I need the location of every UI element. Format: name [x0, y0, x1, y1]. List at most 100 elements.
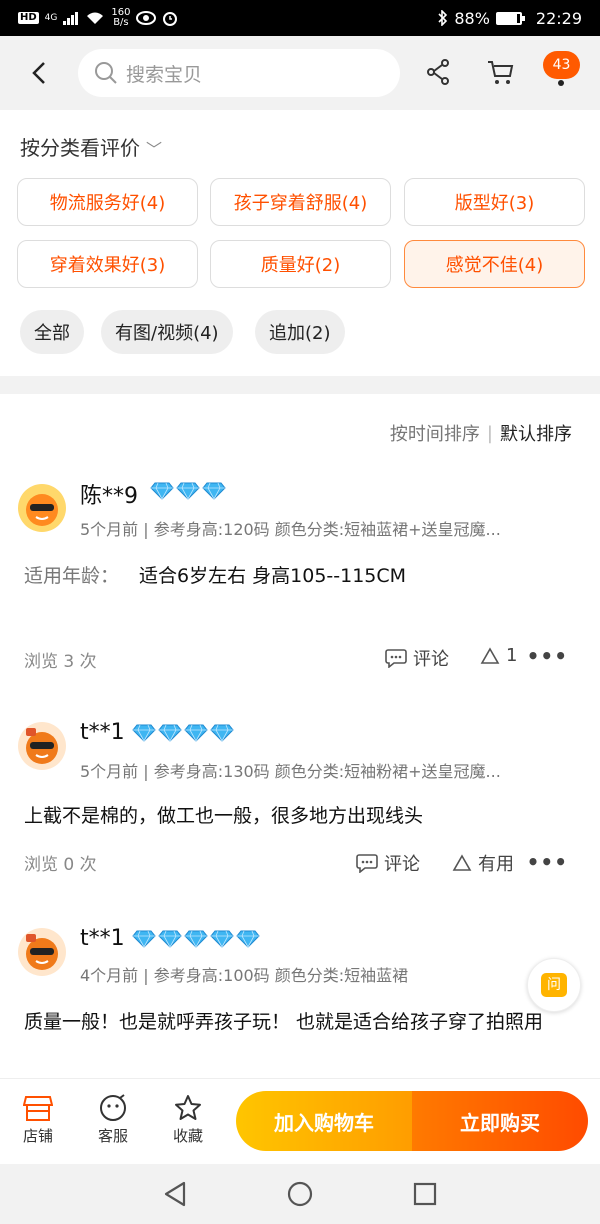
- tag-comfortable[interactable]: 孩子穿着舒服(4): [210, 178, 391, 226]
- category-header[interactable]: 按分类看评价 ﹀: [20, 132, 162, 161]
- like-button[interactable]: 1: [480, 645, 517, 666]
- section-divider: [0, 376, 600, 394]
- review-categories: 按分类看评价 ﹀ 物流服务好(4) 孩子穿着舒服(4) 版型好(3) 穿着效果好(…: [0, 110, 600, 376]
- top-header: 搜索宝贝: [0, 36, 600, 110]
- review-fit: 适用年龄： 适合6岁左右 身高105--115CM: [24, 556, 580, 596]
- comment-icon: [385, 649, 407, 668]
- comment-icon: [356, 854, 378, 873]
- thumb-up-icon: [452, 854, 472, 871]
- filter-with-media[interactable]: 有图/视频(4): [101, 310, 233, 354]
- search-icon: [95, 62, 117, 84]
- signal-icon: [63, 12, 79, 25]
- filter-followup[interactable]: 追加(2): [255, 310, 345, 354]
- star-icon: [175, 1095, 201, 1120]
- sort-options: 按时间排序 | 默认排序: [390, 420, 572, 446]
- hd-indicator: HD: [18, 12, 39, 24]
- diamond-icon: [158, 930, 182, 948]
- favorite-label: 收藏: [172, 1127, 203, 1145]
- favorite-button[interactable]: 收藏: [158, 1091, 218, 1146]
- search-placeholder: 搜索宝贝: [126, 63, 203, 86]
- cart-icon[interactable]: [486, 58, 514, 86]
- diamond-icon: [150, 482, 174, 500]
- comment-button[interactable]: 评论: [356, 850, 420, 876]
- battery-percent: 88%: [454, 8, 490, 28]
- bottom-action-bar: 店铺 客服 收藏 加入购物车 立即购买: [0, 1078, 600, 1164]
- review-text: 质量一般！也是就呼弄孩子玩！ 也就是适合给孩子穿了拍照用: [24, 1011, 544, 1033]
- shop-icon: [23, 1096, 53, 1121]
- avatar[interactable]: [18, 722, 66, 770]
- network-speed: 160 B/s: [111, 7, 131, 28]
- tag-wear-effect[interactable]: 穿着效果好(3): [17, 240, 198, 288]
- fit-value: 适合6岁左右 身高105--115CM: [139, 565, 407, 587]
- clock: 22:29: [535, 8, 582, 28]
- network-type: 4G: [44, 13, 58, 23]
- nav-recents-icon[interactable]: [412, 1180, 438, 1208]
- tag-quality[interactable]: 质量好(2): [210, 240, 391, 288]
- share-icon[interactable]: [426, 58, 450, 86]
- customer-service-icon: [100, 1094, 126, 1121]
- review-item: 陈**9 5个月前 | 参考身高:120码 颜色分类:短袖蓝裙+送皇冠魔... …: [0, 470, 600, 680]
- diamond-icon: [184, 930, 208, 948]
- eye-icon: [136, 11, 157, 25]
- reviewer-name[interactable]: t**1: [80, 926, 125, 951]
- review-meta: 5个月前 | 参考身高:130码 颜色分类:短袖粉裙+送皇冠魔...: [80, 762, 501, 781]
- ask-button[interactable]: 问: [527, 958, 581, 1012]
- gem-level: [132, 724, 234, 742]
- more-dot-icon[interactable]: [558, 80, 564, 86]
- reviewer-name[interactable]: t**1: [80, 720, 125, 745]
- view-count: 浏览 0 次: [24, 855, 97, 875]
- avatar[interactable]: [18, 484, 66, 532]
- review-item: t**1 4个月前 | 参考身高:100码 颜色分类:短袖蓝裙 质量一般！也是就…: [0, 918, 600, 1078]
- review-text: 上截不是棉的，做工也一般，很多地方出现线头: [24, 805, 424, 827]
- diamond-icon: [132, 724, 156, 742]
- sort-divider: |: [486, 422, 493, 444]
- more-options-icon[interactable]: •••: [527, 850, 568, 874]
- gem-level: [132, 930, 260, 948]
- helpful-button[interactable]: 有用: [452, 850, 514, 876]
- more-options-icon[interactable]: •••: [527, 644, 568, 668]
- thumb-up-icon: [480, 646, 500, 664]
- search-bar[interactable]: 搜索宝贝: [78, 49, 400, 97]
- diamond-icon: [236, 930, 260, 948]
- bluetooth-icon: [438, 10, 448, 26]
- back-arrow-icon[interactable]: [30, 59, 48, 87]
- diamond-icon: [176, 482, 200, 500]
- wifi-icon: [87, 12, 104, 24]
- status-bar: HD 4G 160 B/s 88% 22:29: [0, 0, 600, 36]
- review-meta: 5个月前 | 参考身高:120码 颜色分类:短袖蓝裙+送皇冠魔...: [80, 520, 501, 539]
- shop-button[interactable]: 店铺: [8, 1091, 68, 1146]
- review-meta: 4个月前 | 参考身高:100码 颜色分类:短袖蓝裙: [80, 966, 409, 985]
- gem-level: [150, 482, 226, 500]
- avatar[interactable]: [18, 928, 66, 976]
- diamond-icon: [158, 724, 182, 742]
- system-nav-bar: [0, 1164, 600, 1224]
- diamond-icon: [202, 482, 226, 500]
- buy-now-button[interactable]: 立即购买: [412, 1091, 588, 1151]
- shop-label: 店铺: [22, 1127, 53, 1145]
- nav-home-icon[interactable]: [286, 1180, 314, 1208]
- diamond-icon: [184, 724, 208, 742]
- add-to-cart-button[interactable]: 加入购物车: [236, 1091, 412, 1151]
- view-count: 浏览 3 次: [24, 652, 97, 672]
- tag-fit[interactable]: 版型好(3): [404, 178, 585, 226]
- comment-button[interactable]: 评论: [385, 645, 449, 671]
- filter-all[interactable]: 全部: [20, 310, 84, 354]
- sort-default[interactable]: 默认排序: [500, 420, 572, 446]
- battery-icon: [495, 11, 525, 25]
- service-button[interactable]: 客服: [83, 1091, 143, 1146]
- purchase-buttons: 加入购物车 立即购买: [236, 1091, 588, 1151]
- tag-logistics[interactable]: 物流服务好(4): [17, 178, 198, 226]
- sort-by-time[interactable]: 按时间排序: [390, 420, 480, 446]
- diamond-icon: [210, 724, 234, 742]
- tag-bad-feeling[interactable]: 感觉不佳(4): [404, 240, 585, 288]
- chevron-down-icon: ﹀: [146, 140, 163, 159]
- diamond-icon: [132, 930, 156, 948]
- fit-label: 适用年龄：: [24, 565, 120, 587]
- alarm-icon: [163, 12, 178, 26]
- ask-icon: 问: [541, 973, 567, 997]
- service-label: 客服: [97, 1127, 128, 1145]
- message-badge[interactable]: 43: [543, 51, 580, 79]
- review-item: t**1 5个月前 | 参考身高:130码 颜色分类:短袖粉裙+送皇冠魔... …: [0, 712, 600, 897]
- nav-back-icon[interactable]: [162, 1180, 188, 1208]
- reviewer-name[interactable]: 陈**9: [80, 478, 138, 510]
